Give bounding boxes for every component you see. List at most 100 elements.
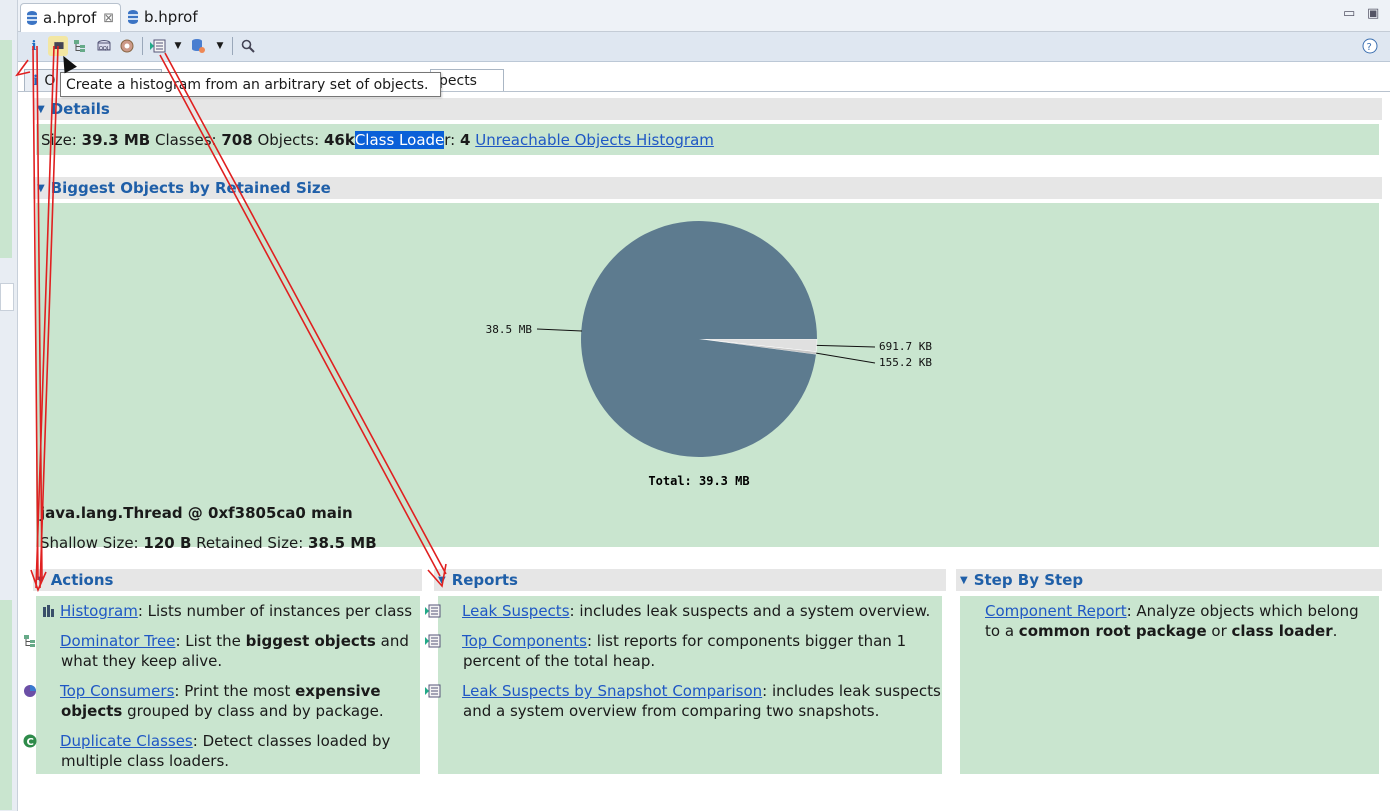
histogram-icon (42, 603, 56, 617)
action-description: : Print the most (174, 682, 296, 700)
retained-size-label: Retained Size: (196, 534, 304, 552)
action-description: grouped by class and by package. (122, 702, 384, 720)
left-view-gutter (0, 0, 18, 811)
duplicate-classes-icon: C (23, 733, 56, 748)
info-icon: i (33, 72, 39, 89)
biggest-objects-header[interactable]: ▼ Biggest Objects by Retained Size (33, 177, 1382, 199)
help-glyph: ? (1367, 42, 1372, 53)
actions-header[interactable]: ▼ Actions (33, 569, 422, 591)
tab-leak-suspects[interactable]: pects (430, 69, 504, 91)
top-consumers-link[interactable]: Top Consumers (60, 682, 174, 700)
toolbar-tooltip: Create a histogram from an arbitrary set… (60, 72, 441, 97)
leak-suspects-link[interactable]: Leak Suspects (462, 602, 570, 620)
tab-label: O (44, 72, 56, 89)
close-icon[interactable]: ⊠ (103, 11, 114, 26)
size-label: Size: (41, 131, 77, 149)
report-leak-suspects-comparison: Leak Suspects by Snapshot Comparison: in… (425, 681, 957, 721)
editor-tab-bar: a.hprof ⊠ b.hprof ▭ ▣ (18, 0, 1390, 32)
shallow-size-value: 120 B (143, 534, 192, 552)
run-report-icon (425, 683, 458, 698)
dominator-tree-link[interactable]: Dominator Tree (60, 632, 175, 650)
action-duplicate-classes: C Duplicate Classes: Detect classes loade… (23, 731, 433, 771)
help-icon[interactable]: ? (1360, 36, 1380, 56)
step-description-bold: class loader (1231, 622, 1333, 640)
class-loader-label: Class Loade (354, 131, 445, 149)
action-top-consumers: Top Consumers: Print the most expensive … (24, 681, 433, 721)
objects-label: Objects: (257, 131, 320, 149)
classes-label: Classes: (155, 131, 217, 149)
histogram-icon[interactable]: ▮▮▮ (48, 36, 68, 56)
left-panel-field (0, 283, 14, 311)
top-components-link[interactable]: Top Components (462, 632, 587, 650)
action-histogram: Histogram: Lists number of instances per… (42, 601, 414, 621)
run-report-icon (425, 603, 458, 618)
twisty-icon[interactable]: ▼ (37, 183, 45, 194)
heap-dump-icon (128, 10, 138, 24)
details-header[interactable]: ▼ Details (33, 98, 1382, 120)
report-leak-suspects: Leak Suspects: includes leak suspects an… (425, 601, 957, 621)
histogram-link[interactable]: Histogram (60, 602, 138, 620)
run-report-icon (425, 633, 458, 648)
section-title: Actions (50, 571, 114, 589)
reports-header[interactable]: ▼ Reports (434, 569, 946, 591)
toolbar-separator (232, 37, 233, 55)
svg-text:OQL: OQL (99, 46, 110, 52)
twisty-icon[interactable]: ▼ (960, 575, 968, 586)
left-panel-strip (0, 40, 12, 258)
selected-object-sizes: Shallow Size: 120 B Retained Size: 38.5 … (40, 533, 377, 553)
tab-a-hprof[interactable]: a.hprof ⊠ (20, 3, 122, 32)
left-panel-strip (0, 600, 12, 810)
step-description: or (1206, 622, 1232, 640)
action-description-bold: biggest objects (245, 632, 376, 650)
action-description: : List the (175, 632, 246, 650)
minimize-icon[interactable]: ▭ (1343, 6, 1355, 21)
action-description: : Lists number of instances per class (137, 602, 413, 620)
tab-label: b.hprof (144, 8, 198, 26)
oql-icon[interactable]: OQL (94, 36, 114, 56)
step-component-report: Component Report: Analyze objects which … (985, 601, 1365, 641)
step-description: . (1332, 622, 1338, 640)
run-report-icon[interactable] (148, 36, 168, 56)
step-by-step-header[interactable]: ▼ Step By Step (956, 569, 1382, 591)
leak-suspects-comparison-link[interactable]: Leak Suspects by Snapshot Comparison (462, 682, 762, 700)
dropdown-arrow-icon[interactable]: ▼ (210, 36, 230, 56)
search-icon[interactable] (238, 36, 258, 56)
component-report-link[interactable]: Component Report (985, 602, 1127, 620)
section-title: Details (50, 100, 110, 118)
report-description: : includes leak suspects and a system ov… (569, 602, 931, 620)
twisty-icon[interactable]: ▼ (438, 575, 446, 586)
top-consumers-icon (24, 683, 56, 697)
action-dominator-tree: Dominator Tree: List the biggest objects… (24, 631, 433, 671)
toolbar-separator (142, 37, 143, 55)
class-loader-label-rest: r: (444, 131, 456, 149)
section-title: Biggest Objects by Retained Size (50, 179, 331, 197)
section-title: Reports (451, 571, 518, 589)
twisty-icon[interactable]: ▼ (37, 575, 45, 586)
twisty-icon[interactable]: ▼ (37, 104, 45, 115)
heap-dump-icon (27, 11, 37, 25)
report-top-components: Top Components: list reports for compone… (425, 631, 933, 671)
dominator-tree-icon[interactable] (70, 36, 90, 56)
class-loader-value: 4 (460, 131, 471, 149)
heap-dump-overview-icon[interactable] (117, 36, 137, 56)
biggest-objects-panel (36, 203, 1379, 547)
editor-toolbar: i ▮▮▮ OQL ▼ ▼ ? (18, 32, 1390, 62)
step-description-bold: common root package (1018, 622, 1207, 640)
classes-value: 708 (221, 131, 253, 149)
tab-label: a.hprof (43, 9, 97, 27)
maximize-icon[interactable]: ▣ (1367, 6, 1379, 21)
objects-value: 46k (323, 131, 355, 149)
tab-label: pects (439, 72, 477, 89)
duplicate-classes-link[interactable]: Duplicate Classes (60, 732, 193, 750)
svg-text:C: C (27, 737, 34, 748)
selected-object-name: java.lang.Thread @ 0xf3805ca0 main (40, 504, 353, 522)
tab-b-hprof[interactable]: b.hprof (122, 3, 204, 31)
details-line: Size: 39.3 MB Classes: 708 Objects: 46kC… (41, 130, 714, 150)
size-value: 39.3 MB (81, 131, 151, 149)
info-icon[interactable]: i (24, 36, 44, 56)
dropdown-arrow-icon[interactable]: ▼ (168, 36, 188, 56)
query-browser-icon[interactable] (188, 36, 208, 56)
section-title: Step By Step (973, 571, 1084, 589)
unreachable-objects-link[interactable]: Unreachable Objects Histogram (475, 131, 714, 149)
dominator-tree-icon (24, 633, 56, 647)
